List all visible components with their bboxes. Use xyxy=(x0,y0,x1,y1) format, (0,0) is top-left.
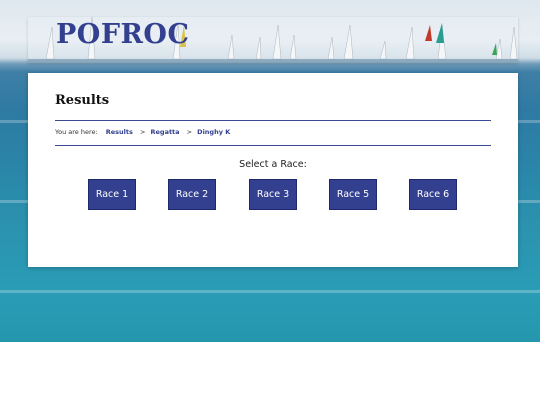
breadcrumb-separator: > xyxy=(186,128,193,136)
breadcrumb-link-dinghy-k[interactable]: Dinghy K xyxy=(197,128,230,136)
content-card: Results You are here: Results > Regatta … xyxy=(28,73,518,267)
site-header: POFROC xyxy=(28,17,518,63)
breadcrumb: You are here: Results > Regatta > Dinghy… xyxy=(55,128,230,136)
wave-band xyxy=(0,290,540,293)
race-3-button[interactable]: Race 3 xyxy=(249,179,297,210)
race-1-button[interactable]: Race 1 xyxy=(88,179,136,210)
race-5-button[interactable]: Race 5 xyxy=(329,179,377,210)
breadcrumb-prefix: You are here: xyxy=(55,128,98,136)
divider xyxy=(55,120,491,121)
divider xyxy=(55,145,491,146)
race-button-group: Race 1 Race 2 Race 3 Race 5 Race 6 xyxy=(88,179,458,210)
breadcrumb-link-regatta[interactable]: Regatta xyxy=(151,128,180,136)
site-logo[interactable]: POFROC xyxy=(56,19,189,50)
race-2-button[interactable]: Race 2 xyxy=(168,179,216,210)
page-title: Results xyxy=(55,93,110,108)
select-race-label: Select a Race: xyxy=(239,159,307,170)
breadcrumb-separator: > xyxy=(139,128,146,136)
race-6-button[interactable]: Race 6 xyxy=(409,179,457,210)
breadcrumb-link-results[interactable]: Results xyxy=(106,128,133,136)
